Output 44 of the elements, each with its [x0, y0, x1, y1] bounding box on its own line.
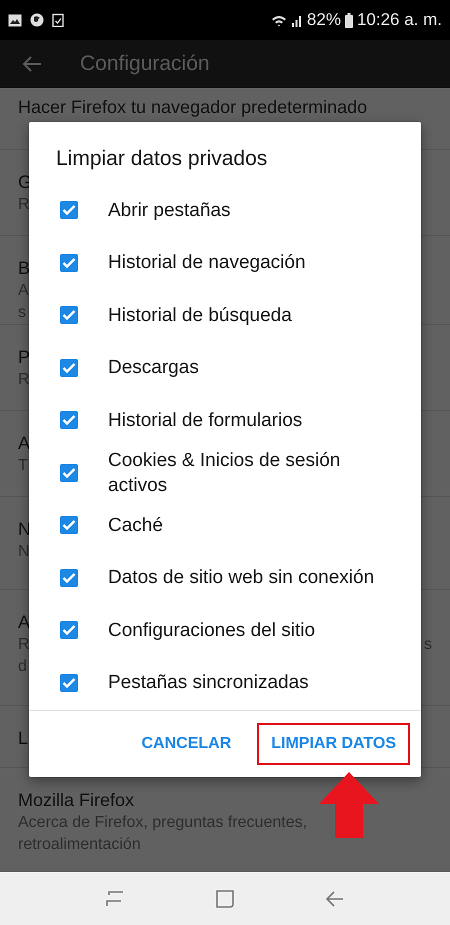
dialog-title: Limpiar datos privados: [56, 146, 268, 172]
back-icon[interactable]: [326, 890, 344, 906]
wifi-icon: [270, 14, 287, 26]
option-label[interactable]: Historial de búsqueda: [108, 302, 292, 328]
clipboard-icon: [52, 13, 64, 27]
option-label[interactable]: Pestañas sincronizadas: [108, 670, 309, 696]
dialog-button[interactable]: LIMPIAR DATOS: [257, 723, 410, 765]
checkbox[interactable]: [60, 464, 78, 482]
checkbox[interactable]: [60, 621, 78, 640]
signal-icon: [290, 14, 303, 26]
image-icon: [8, 14, 22, 26]
checkbox[interactable]: [60, 358, 78, 377]
setting-title[interactable]: L: [18, 726, 28, 750]
option-label[interactable]: Descargas: [108, 355, 199, 380]
option-label[interactable]: Cookies & Inicios de sesión activos: [108, 448, 401, 498]
option-label[interactable]: Datos de sitio web sin conexión: [108, 565, 374, 590]
setting-title[interactable]: P: [18, 345, 30, 369]
option-label[interactable]: Configuraciones del sitio: [108, 618, 316, 643]
checkbox[interactable]: [60, 568, 78, 587]
screen-title: Configuración: [80, 52, 210, 76]
checkbox[interactable]: [60, 201, 78, 220]
setting-title[interactable]: A: [18, 610, 30, 634]
home-icon[interactable]: [216, 890, 234, 908]
setting-title[interactable]: B: [18, 256, 30, 280]
setting-title[interactable]: A: [18, 431, 30, 455]
option-label[interactable]: Abrir pestañas: [108, 198, 231, 223]
battery-percent: 82%: [306, 10, 341, 30]
checkbox[interactable]: [60, 411, 78, 430]
setting-title[interactable]: Mozilla Firefox: [18, 788, 134, 812]
up-arrow-icon: [319, 772, 379, 838]
setting-title[interactable]: Hacer Firefox tu navegador predeterminado: [18, 95, 368, 119]
recent-apps-icon[interactable]: [106, 890, 124, 906]
option-label[interactable]: Caché: [108, 512, 163, 538]
checkbox[interactable]: [60, 254, 78, 272]
dialog-button[interactable]: CANCELAR: [127, 723, 246, 765]
checkbox[interactable]: [60, 674, 78, 692]
checkbox[interactable]: [60, 306, 78, 324]
back-arrow-icon[interactable]: [22, 56, 42, 72]
option-label[interactable]: Historial de navegación: [108, 250, 306, 276]
battery-icon: [344, 12, 353, 28]
option-label[interactable]: Historial de formularios: [108, 408, 302, 433]
clock-time: 10:26 a. m.: [356, 10, 442, 30]
checkbox[interactable]: [60, 516, 78, 534]
globe-icon: [30, 13, 44, 27]
